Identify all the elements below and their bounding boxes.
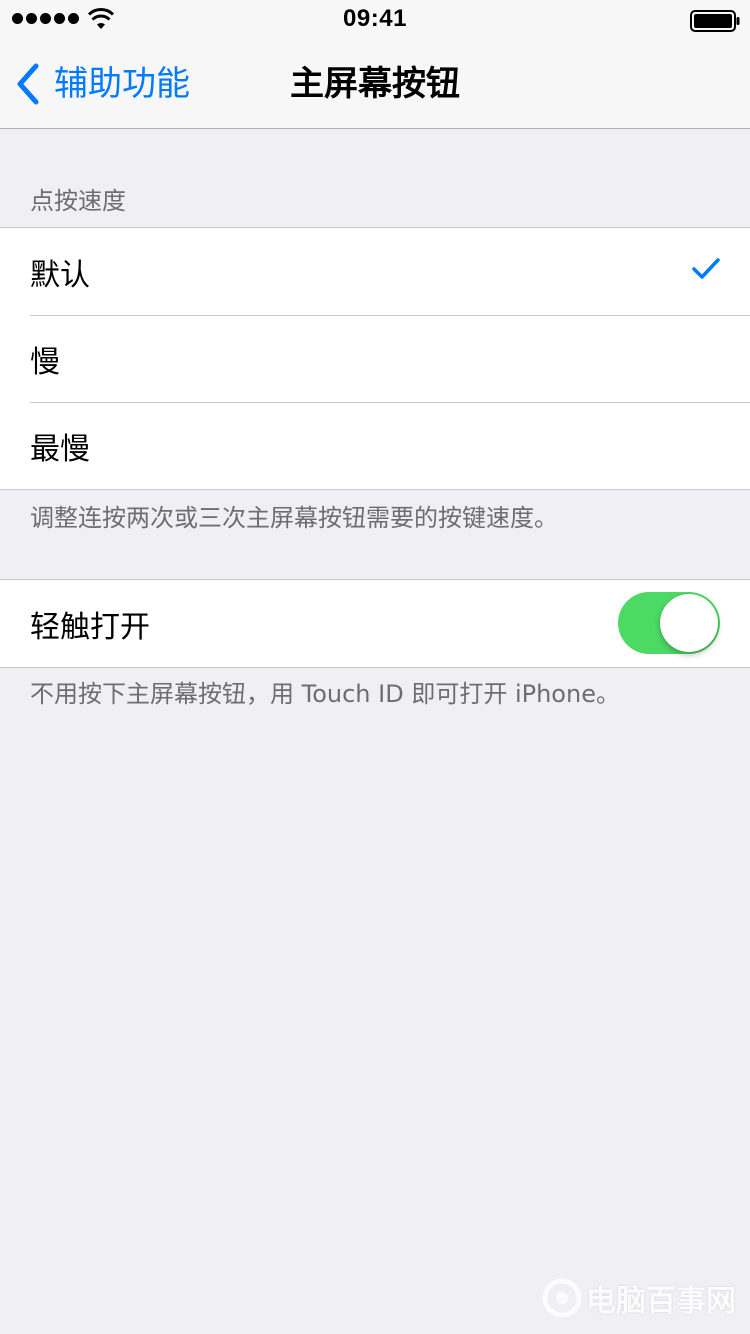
option-label: 慢: [30, 344, 60, 380]
watermark: 电脑百事网: [542, 1276, 736, 1320]
section-footer-click-speed: 调整连按两次或三次主屏幕按钮需要的按键速度。: [30, 504, 558, 532]
nav-bar: 辅助功能 主屏幕按钮: [0, 40, 750, 129]
rest-finger-toggle[interactable]: [618, 592, 720, 654]
status-time: 09:41: [343, 5, 407, 32]
rest-finger-group: 轻触打开: [0, 579, 750, 668]
click-speed-group: 默认 慢 最慢: [0, 227, 750, 490]
option-slow[interactable]: 慢: [0, 315, 750, 402]
page-title: 主屏幕按钮: [290, 64, 460, 104]
status-bar: 09:41: [0, 0, 750, 40]
option-label: 最慢: [30, 431, 90, 467]
option-slowest[interactable]: 最慢: [0, 402, 750, 489]
checkmark-icon: [692, 258, 720, 279]
watermark-text: 电脑百事网: [586, 1284, 736, 1319]
rest-finger-row: 轻触打开: [0, 580, 750, 667]
toggle-knob: [660, 594, 718, 652]
option-default[interactable]: 默认: [0, 228, 750, 315]
option-label: 默认: [30, 257, 90, 293]
section-header-click-speed: 点按速度: [30, 187, 126, 215]
rest-finger-label: 轻触打开: [30, 609, 150, 645]
battery-icon: [690, 10, 740, 32]
section-footer-rest-finger: 不用按下主屏幕按钮，用 Touch ID 即可打开 iPhone。: [30, 680, 620, 708]
watermark-logo-icon: [542, 1278, 582, 1318]
